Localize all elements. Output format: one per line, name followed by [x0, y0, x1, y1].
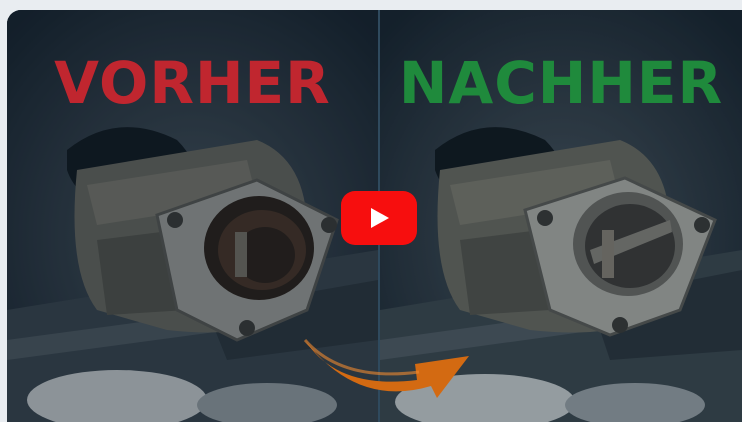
play-button[interactable] — [341, 191, 417, 245]
youtube-play-icon — [371, 208, 389, 228]
video-thumbnail[interactable]: VORHER NACHHER — [7, 10, 742, 422]
before-label: VORHER — [54, 49, 331, 117]
after-label: NACHHER — [398, 49, 724, 117]
curved-arrow-icon — [303, 339, 469, 398]
